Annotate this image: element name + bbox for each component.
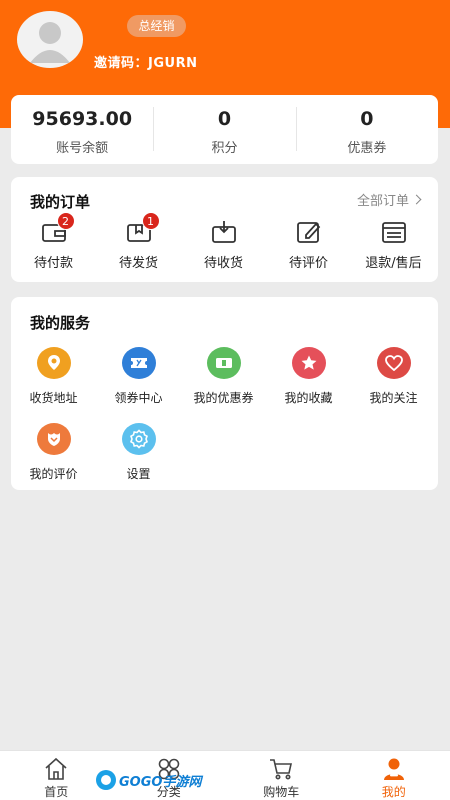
badge-count: 2 bbox=[56, 212, 75, 230]
watermark: GOGO手游网 bbox=[96, 770, 201, 790]
orders-title: 我的订单 bbox=[30, 193, 91, 211]
comment-icon bbox=[36, 423, 71, 455]
service-label: 领券中心 bbox=[114, 391, 163, 405]
service-follows[interactable]: 我的关注 bbox=[351, 347, 436, 423]
gear-icon bbox=[121, 423, 156, 455]
order-label: 待发货 bbox=[118, 256, 158, 271]
order-status-row: 2 待付款 1 待发货 待收货 待评价 退款/售后 bbox=[11, 212, 438, 271]
all-orders-link[interactable]: 全部订单 bbox=[356, 190, 422, 209]
order-pending-shipment[interactable]: 1 待发货 bbox=[96, 212, 181, 271]
service-label: 我的关注 bbox=[369, 391, 418, 405]
tab-label: 我的 bbox=[381, 785, 406, 799]
wallet-icon: 2 bbox=[41, 212, 75, 245]
watermark-logo-icon bbox=[96, 770, 116, 790]
stat-coupons[interactable]: 0 优惠券 bbox=[295, 95, 438, 164]
stat-value: 95693.00 bbox=[32, 108, 133, 130]
tab-cart[interactable]: 购物车 bbox=[225, 751, 338, 800]
service-label: 收货地址 bbox=[29, 391, 78, 405]
service-label: 我的收藏 bbox=[284, 391, 333, 405]
account-stats-card: 95693.00 账号余额 0 积分 0 优惠券 bbox=[11, 95, 438, 164]
stat-label: 账号余额 bbox=[56, 141, 109, 156]
order-pending-payment[interactable]: 2 待付款 bbox=[11, 212, 96, 271]
tab-mine[interactable]: 我的 bbox=[338, 751, 450, 800]
edit-icon bbox=[296, 219, 322, 245]
user-icon bbox=[381, 756, 407, 782]
service-label: 我的优惠券 bbox=[193, 391, 254, 405]
location-icon bbox=[36, 347, 71, 379]
service-my-reviews[interactable]: 我的评价 bbox=[11, 423, 96, 499]
service-settings[interactable]: 设置 bbox=[96, 423, 181, 499]
avatar[interactable] bbox=[17, 11, 83, 68]
cart-icon bbox=[268, 756, 294, 782]
badge-count: 1 bbox=[141, 212, 160, 230]
order-refund[interactable]: 退款/售后 bbox=[351, 217, 436, 271]
services-title: 我的服务 bbox=[30, 314, 91, 332]
all-orders-label: 全部订单 bbox=[356, 194, 409, 209]
service-label: 设置 bbox=[126, 467, 151, 481]
order-label: 待评价 bbox=[288, 256, 328, 271]
service-coupon-center[interactable]: 领券中心 bbox=[96, 347, 181, 423]
coupon-icon bbox=[206, 347, 241, 379]
stat-label: 积分 bbox=[211, 141, 238, 156]
home-icon bbox=[43, 756, 69, 782]
stat-value: 0 bbox=[217, 108, 232, 130]
service-my-coupons[interactable]: 我的优惠券 bbox=[181, 347, 266, 423]
order-label: 退款/售后 bbox=[365, 256, 422, 271]
package-icon: 1 bbox=[126, 212, 160, 245]
order-pending-review[interactable]: 待评价 bbox=[266, 217, 351, 271]
service-label: 我的评价 bbox=[29, 467, 78, 481]
order-pending-receipt[interactable]: 待收货 bbox=[181, 217, 266, 271]
services-grid: 收货地址 领券中心 我的优惠券 我的收藏 我的关注 我的评价 设置 bbox=[11, 347, 438, 499]
list-doc-icon bbox=[381, 219, 407, 245]
order-label: 待收货 bbox=[203, 256, 243, 271]
invite-code: 邀请码：JGURN bbox=[94, 56, 198, 71]
stat-balance[interactable]: 95693.00 账号余额 bbox=[11, 95, 153, 164]
my-services-card: 我的服务 收货地址 领券中心 我的优惠券 我的收藏 我的关注 我的评价 设置 bbox=[11, 297, 438, 490]
service-favorites[interactable]: 我的收藏 bbox=[266, 347, 351, 423]
chevron-right-icon bbox=[411, 194, 422, 205]
my-orders-card: 我的订单 全部订单 2 待付款 1 待发货 待收货 待评价 退款/售后 bbox=[11, 177, 438, 282]
heart-icon bbox=[376, 347, 411, 379]
role-badge: 总经销 bbox=[127, 15, 186, 37]
inbox-download-icon bbox=[211, 219, 237, 245]
watermark-text: GOGO手游网 bbox=[119, 774, 202, 790]
stat-label: 优惠券 bbox=[347, 141, 387, 156]
star-icon bbox=[291, 347, 326, 379]
ticket-icon bbox=[121, 347, 156, 379]
bottom-tab-bar: 首页 分类 购物车 我的 bbox=[0, 750, 450, 800]
service-address[interactable]: 收货地址 bbox=[11, 347, 96, 423]
order-label: 待付款 bbox=[33, 256, 73, 271]
tab-label: 购物车 bbox=[263, 785, 300, 799]
stat-points[interactable]: 0 积分 bbox=[153, 95, 295, 164]
stat-value: 0 bbox=[360, 108, 374, 130]
